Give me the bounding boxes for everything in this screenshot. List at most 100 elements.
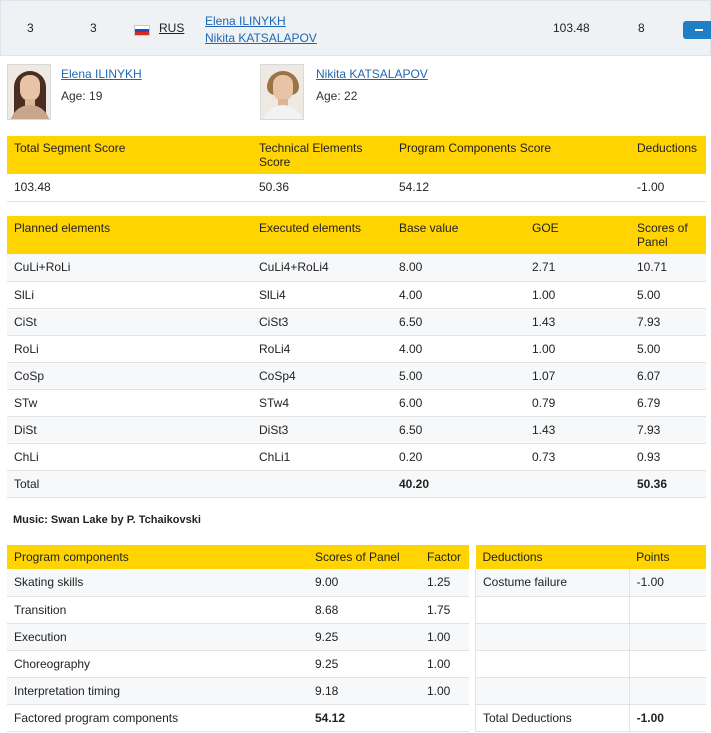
collapse-button[interactable] [683, 21, 711, 39]
element-cell: 0.79 [525, 389, 630, 417]
deduction-row [475, 650, 706, 678]
element-total-cell: 40.20 [392, 470, 525, 498]
component-row: Skating skills 9.00 1.25 [7, 569, 469, 597]
element-cell: 6.00 [392, 389, 525, 417]
deductions-header: Points [629, 545, 706, 569]
element-cell: ChLi1 [252, 443, 392, 471]
rank: 3 [27, 21, 34, 35]
deduction-cell: Costume failure [475, 569, 630, 597]
element-cell: STw [7, 389, 252, 417]
component-cell: 1.25 [420, 569, 469, 597]
component-cell: 1.00 [420, 677, 469, 705]
element-cell: 1.00 [525, 335, 630, 363]
element-row: ChLi ChLi1 0.20 0.73 0.93 [7, 443, 706, 471]
deduction-cell [475, 623, 630, 651]
elements-header: Scores of Panel [630, 216, 706, 254]
deduction-row: Costume failure -1.00 [475, 569, 706, 597]
element-row: CuLi+RoLi CuLi4+RoLi4 8.00 2.71 10.71 [7, 254, 706, 282]
element-cell: 8.00 [392, 254, 525, 282]
element-cell: 4.00 [392, 281, 525, 309]
element-total-cell: Total [7, 470, 252, 498]
athlete-2-age: Age: 22 [316, 89, 358, 103]
element-cell: CoSp4 [252, 362, 392, 390]
element-cell: 5.00 [630, 335, 706, 363]
component-cell: 9.00 [308, 569, 420, 597]
element-cell: 1.07 [525, 362, 630, 390]
element-row: STw STw4 6.00 0.79 6.79 [7, 389, 706, 417]
elements-table: Planned elements Executed elements Base … [7, 216, 706, 498]
deduction-total-cell: Total Deductions [475, 704, 630, 732]
element-cell: SlLi4 [252, 281, 392, 309]
element-cell: 6.79 [630, 389, 706, 417]
element-row: DiSt DiSt3 6.50 1.43 7.93 [7, 416, 706, 444]
athlete-2-photo [260, 64, 304, 120]
nation-link[interactable]: RUS [159, 21, 184, 35]
collapse-icon [695, 29, 703, 31]
deduction-cell: -1.00 [628, 569, 706, 597]
summary-header: Deductions [630, 136, 706, 174]
athlete-2-name-link[interactable]: Nikita KATSALAPOV [316, 67, 428, 81]
component-cell: 9.25 [308, 623, 420, 651]
deduction-cell [628, 596, 706, 624]
element-cell: 4.00 [392, 335, 525, 363]
element-total-cell: 50.36 [630, 470, 706, 498]
summary-cell: -1.00 [630, 174, 706, 202]
deduction-total-cell: -1.00 [628, 704, 706, 732]
component-total-cell: 54.12 [308, 704, 420, 732]
element-cell: DiSt3 [252, 416, 392, 444]
element-cell: 6.07 [630, 362, 706, 390]
total-score: 103.48 [553, 21, 590, 35]
element-cell: 1.00 [525, 281, 630, 309]
components-header: Program components [7, 545, 308, 569]
summary-cell: 103.48 [7, 174, 252, 202]
element-cell: 0.93 [630, 443, 706, 471]
component-cell: Skating skills [7, 569, 308, 597]
element-cell: CuLi+RoLi [7, 254, 252, 282]
program-components-table: Program components Scores of Panel Facto… [7, 545, 469, 732]
component-cell: Choreography [7, 650, 308, 678]
element-cell: 6.50 [392, 416, 525, 444]
element-cell: CiSt [7, 308, 252, 336]
element-row: SlLi SlLi4 4.00 1.00 5.00 [7, 281, 706, 309]
component-cell: 8.68 [308, 596, 420, 624]
deduction-cell [475, 596, 630, 624]
component-cell: 1.00 [420, 623, 469, 651]
element-cell: 5.00 [630, 281, 706, 309]
summary-header: Technical Elements Score [252, 136, 392, 174]
component-total-row: Factored program components 54.12 [7, 704, 469, 732]
element-cell: 5.00 [392, 362, 525, 390]
elements-header: GOE [525, 216, 630, 254]
component-row: Transition 8.68 1.75 [7, 596, 469, 624]
component-cell: 1.75 [420, 596, 469, 624]
components-header: Factor [420, 545, 469, 569]
element-cell: DiSt [7, 416, 252, 444]
deductions-table: Deductions Points Costume failure -1.00 To… [475, 545, 706, 732]
russia-flag-icon [134, 25, 150, 36]
component-cell: Interpretation timing [7, 677, 308, 705]
element-cell: ChLi [7, 443, 252, 471]
result-row-header[interactable]: 3 3 RUS Elena ILINYKH Nikita KATSALAPOV … [0, 0, 711, 56]
athlete-1-link[interactable]: Elena ILINYKH [205, 13, 317, 30]
deduction-row [475, 677, 706, 705]
component-cell: 9.25 [308, 650, 420, 678]
athlete-1-age: Age: 19 [61, 89, 103, 103]
element-cell: RoLi4 [252, 335, 392, 363]
element-cell: STw4 [252, 389, 392, 417]
deduction-cell [628, 677, 706, 705]
element-row: CoSp CoSp4 5.00 1.07 6.07 [7, 362, 706, 390]
athlete-2-link[interactable]: Nikita KATSALAPOV [205, 30, 317, 47]
component-row: Execution 9.25 1.00 [7, 623, 469, 651]
elements-header: Executed elements [252, 216, 392, 254]
component-total-cell: Factored program components [7, 704, 308, 732]
component-total-cell [420, 704, 469, 732]
component-cell: 9.18 [308, 677, 420, 705]
deduction-cell [475, 650, 630, 678]
components-header: Scores of Panel [308, 545, 420, 569]
summary-header: Program Components Score [392, 136, 630, 174]
component-cell: 1.00 [420, 650, 469, 678]
deduction-cell [628, 650, 706, 678]
deduction-row [475, 596, 706, 624]
component-cell: Transition [7, 596, 308, 624]
athlete-1-name-link[interactable]: Elena ILINYKH [61, 67, 142, 81]
element-cell: 0.20 [392, 443, 525, 471]
